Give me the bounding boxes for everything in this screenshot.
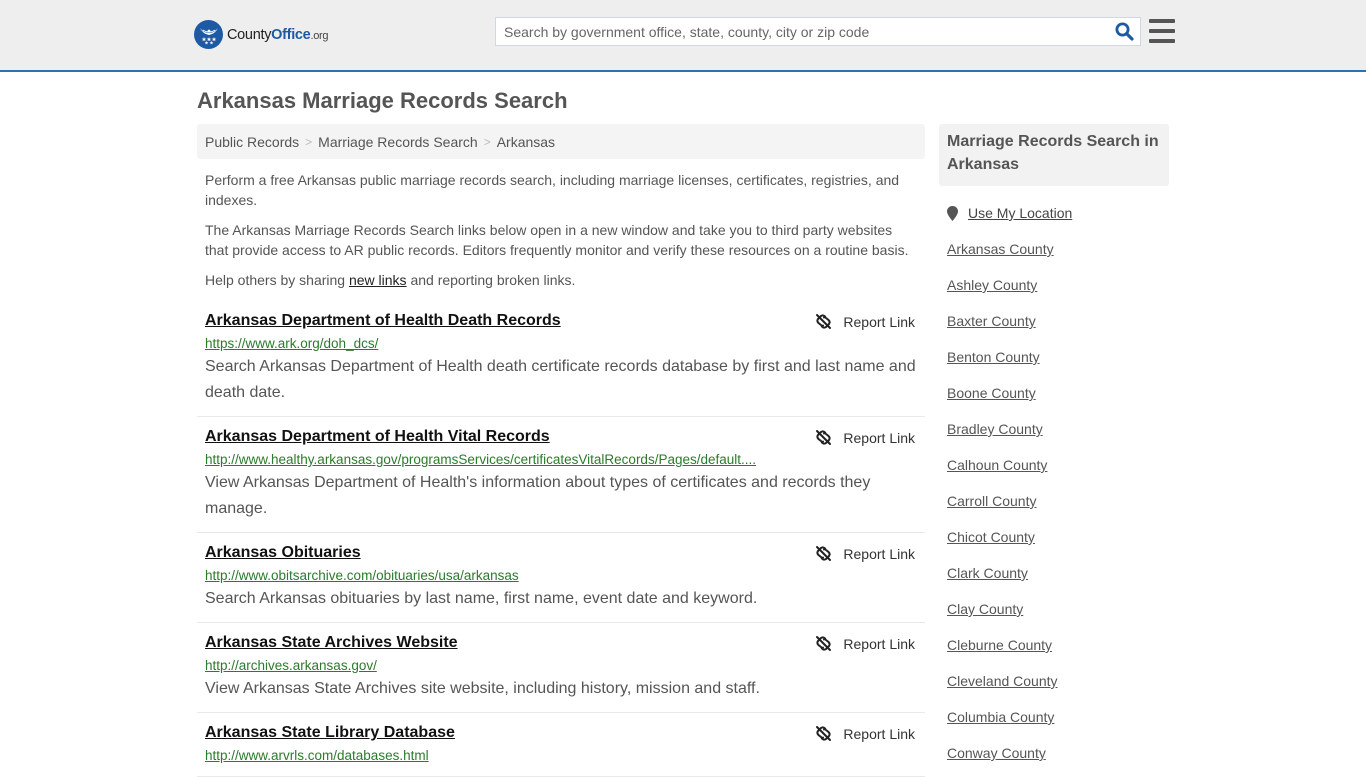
search-button[interactable] [1108, 18, 1140, 45]
result-title-link[interactable]: Arkansas Department of Health Vital Reco… [205, 427, 550, 447]
result-description: View Arkansas Department of Health's inf… [205, 474, 871, 517]
search-input[interactable] [496, 18, 1108, 45]
broken-link-icon [816, 430, 832, 445]
county-list: Use My Location Arkansas County Ashley C… [939, 203, 1169, 763]
new-links-link[interactable]: new links [349, 272, 407, 288]
report-link-button[interactable]: Report Link [815, 429, 915, 446]
county-link[interactable]: Conway County [947, 743, 1169, 763]
result-title-link[interactable]: Arkansas Department of Health Death Reco… [205, 311, 561, 331]
site-logo[interactable]: CountyOffice.org [194, 20, 329, 49]
county-link[interactable]: Arkansas County [947, 239, 1169, 259]
search-box [495, 17, 1141, 46]
use-my-location-link[interactable]: Use My Location [968, 205, 1072, 221]
report-link-button[interactable]: Report Link [815, 313, 915, 330]
logo-wordmark: CountyOffice.org [227, 26, 329, 43]
county-link[interactable]: Calhoun County [947, 455, 1169, 475]
sidebar-heading: Marriage Records Search in Arkansas [939, 124, 1169, 186]
result-title-link[interactable]: Arkansas State Library Database [205, 723, 455, 743]
use-my-location: Use My Location [947, 203, 1169, 223]
result-url[interactable]: http://www.arvrls.com/databases.html [205, 748, 917, 764]
intro-share-paragraph: Help others by sharing new links and rep… [205, 272, 576, 288]
county-link[interactable]: Bradley County [947, 419, 1169, 439]
result-item: Arkansas Department of Health Death Reco… [197, 301, 925, 417]
county-link[interactable]: Carroll County [947, 491, 1169, 511]
result-url[interactable]: http://www.obitsarchive.com/obituaries/u… [205, 568, 917, 584]
eagle-emblem-icon [194, 20, 223, 49]
breadcrumb-separator: > [483, 134, 491, 149]
result-item: Arkansas Obituaries Report Link http://w… [197, 533, 925, 623]
result-item: Arkansas Department of Health Vital Reco… [197, 417, 925, 533]
result-description: Search Arkansas Department of Health dea… [205, 358, 916, 401]
results-list: Arkansas Department of Health Death Reco… [197, 301, 925, 777]
county-link[interactable]: Clark County [947, 563, 1169, 583]
breadcrumb-current: Arkansas [496, 133, 556, 150]
report-link-button[interactable]: Report Link [815, 635, 915, 652]
map-marker-icon [947, 205, 958, 221]
county-link[interactable]: Boone County [947, 383, 1169, 403]
intro-text: Perform a free Arkansas public marriage … [197, 170, 925, 290]
result-description: View Arkansas State Archives site websit… [205, 680, 760, 697]
result-description: Search Arkansas obituaries by last name,… [205, 590, 758, 607]
hamburger-menu-icon[interactable] [1149, 19, 1175, 43]
intro-paragraph: The Arkansas Marriage Records Search lin… [205, 222, 909, 258]
county-link[interactable]: Clay County [947, 599, 1169, 619]
result-url[interactable]: http://www.healthy.arkansas.gov/programs… [205, 452, 917, 468]
report-link-button[interactable]: Report Link [815, 545, 915, 562]
main-content: Public Records > Marriage Records Search… [197, 124, 925, 777]
result-title-link[interactable]: Arkansas State Archives Website [205, 633, 458, 653]
result-item: Arkansas State Library Database Report L… [197, 713, 925, 777]
county-link[interactable]: Ashley County [947, 275, 1169, 295]
broken-link-icon [816, 314, 832, 329]
page-title: Arkansas Marriage Records Search [197, 88, 568, 113]
broken-link-icon [816, 636, 832, 651]
county-link[interactable]: Cleburne County [947, 635, 1169, 655]
county-link[interactable]: Baxter County [947, 311, 1169, 331]
search-icon [1115, 22, 1134, 41]
county-link[interactable]: Chicot County [947, 527, 1169, 547]
broken-link-icon [816, 726, 832, 741]
intro-paragraph: Perform a free Arkansas public marriage … [205, 172, 900, 208]
broken-link-icon [816, 546, 832, 561]
sidebar: Marriage Records Search in Arkansas Use … [939, 124, 1169, 763]
report-link-button[interactable]: Report Link [815, 725, 915, 742]
county-link[interactable]: Columbia County [947, 707, 1169, 727]
result-title-link[interactable]: Arkansas Obituaries [205, 543, 361, 563]
breadcrumb-public-records[interactable]: Public Records [205, 134, 299, 150]
county-link[interactable]: Cleveland County [947, 671, 1169, 691]
result-item: Arkansas State Archives Website Report L… [197, 623, 925, 713]
county-link[interactable]: Benton County [947, 347, 1169, 367]
site-header: CountyOffice.org [0, 0, 1366, 72]
breadcrumb-separator: > [305, 134, 313, 149]
result-url[interactable]: http://archives.arkansas.gov/ [205, 658, 917, 674]
breadcrumb: Public Records > Marriage Records Search… [197, 124, 925, 159]
result-url[interactable]: https://www.ark.org/doh_dcs/ [205, 336, 917, 352]
breadcrumb-marriage-records-search[interactable]: Marriage Records Search [318, 134, 478, 150]
